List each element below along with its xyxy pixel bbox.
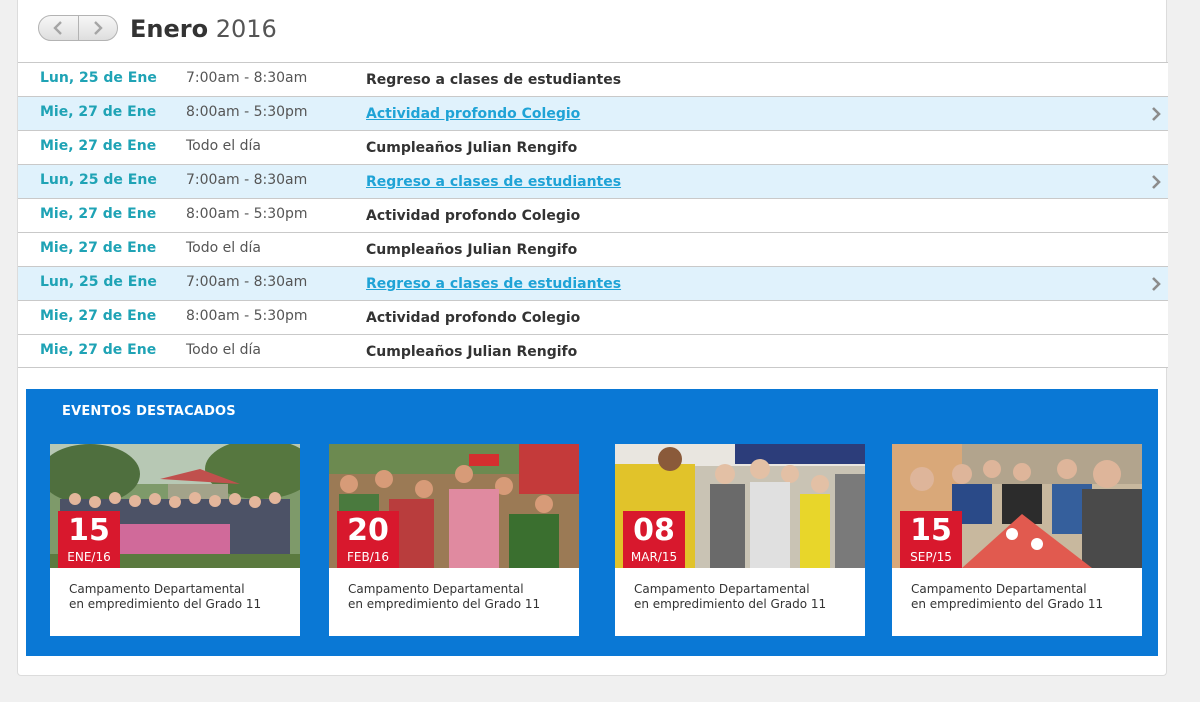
event-description: Campamento Departamental en empredimient… — [348, 582, 563, 612]
event-time: 7:00am - 8:30am — [186, 172, 308, 188]
event-time: 7:00am - 8:30am — [186, 274, 308, 290]
event-month: MAR/15 — [630, 550, 678, 564]
event-name: Actividad profondo Colegio — [366, 208, 581, 224]
event-date: Lun, 25 de Ene — [40, 70, 157, 86]
event-description-line: en empredimiento del Grado 11 — [911, 597, 1104, 611]
event-date: Mie, 27 de Ene — [40, 342, 157, 358]
event-description-line: Campamento Departamental — [69, 582, 245, 596]
event-row: Mie, 27 de Ene Todo el día Cumpleaños Juli… — [18, 334, 1168, 368]
chevron-left-icon — [53, 21, 63, 35]
event-date: Mie, 27 de Ene — [40, 240, 157, 256]
event-name: Regreso a clases de estudiantes — [366, 72, 622, 88]
chevron-right-icon[interactable] — [1150, 106, 1162, 122]
event-row: Mie, 27 de Ene Todo el día Cumpleaños Juli… — [18, 232, 1168, 266]
event-description-line: en empredimiento del Grado 11 — [348, 597, 541, 611]
event-name: Cumpleaños Julian Rengifo — [366, 344, 578, 360]
chevron-right-icon — [94, 21, 103, 35]
event-date: Lun, 25 de Ene — [40, 274, 157, 290]
calendar-panel: Enero 2016 Lun, 25 de Ene 7:00am - 8:30am… — [17, 0, 1168, 676]
event-time: Todo el día — [186, 138, 261, 154]
featured-events-section: EVENTOS DESTACADOS 15 ENE/16 Campamento … — [26, 389, 1158, 656]
event-time: 8:00am - 5:30pm — [186, 308, 308, 324]
event-link[interactable]: Regreso a clases de estudiantes — [366, 174, 621, 190]
event-month: SEP/15 — [910, 550, 952, 564]
event-description: Campamento Departamental en empredimient… — [634, 582, 849, 612]
event-description-line: en empredimiento del Grado 11 — [69, 597, 262, 611]
event-description-line: Campamento Departamental — [634, 582, 810, 596]
event-row[interactable]: Lun, 25 de Ene 7:00am - 8:30am Regreso a c… — [18, 164, 1168, 198]
event-time: Todo el día — [186, 342, 261, 358]
event-row[interactable]: Mie, 27 de Ene 8:00am - 5:30pm Actividad p… — [18, 96, 1168, 130]
calendar-header: Enero 2016 — [18, 0, 1168, 62]
chevron-right-icon[interactable] — [1150, 174, 1162, 190]
event-link[interactable]: Regreso a clases de estudiantes — [366, 276, 621, 292]
event-time: Todo el día — [186, 240, 261, 256]
featured-event-card[interactable]: 20 FEB/16 Campamento Departamental en em… — [329, 444, 579, 636]
event-name: Cumpleaños Julian Rengifo — [366, 242, 578, 258]
event-name: Actividad profondo Colegio — [366, 310, 581, 326]
event-date: Mie, 27 de Ene — [40, 138, 157, 154]
featured-event-card[interactable]: 15 SEP/15 Campamento Departamental en em… — [892, 444, 1142, 636]
event-date: Mie, 27 de Ene — [40, 308, 157, 324]
event-description-line: en empredimiento del Grado 11 — [634, 597, 827, 611]
events-list: Lun, 25 de Ene 7:00am - 8:30am Regreso a c… — [18, 62, 1168, 368]
featured-event-card[interactable]: 15 ENE/16 Campamento Departamental en em… — [50, 444, 300, 636]
event-description-line: Campamento Departamental — [911, 582, 1087, 596]
event-link[interactable]: Actividad profondo Colegio — [366, 106, 580, 122]
event-row: Mie, 27 de Ene 8:00am - 5:30pm Actividad p… — [18, 300, 1168, 334]
month-nav — [38, 15, 118, 41]
event-day: 15 — [68, 513, 110, 548]
event-day: 15 — [910, 513, 952, 548]
event-description: Campamento Departamental en empredimient… — [911, 582, 1126, 612]
event-description-line: Campamento Departamental — [348, 582, 524, 596]
event-date-badge: 15 SEP/15 — [900, 511, 962, 568]
next-month-button[interactable] — [77, 16, 117, 40]
event-month: FEB/16 — [346, 550, 390, 564]
event-date: Mie, 27 de Ene — [40, 104, 157, 120]
event-time: 8:00am - 5:30pm — [186, 206, 308, 222]
event-time: 8:00am - 5:30pm — [186, 104, 308, 120]
event-name: Cumpleaños Julian Rengifo — [366, 140, 578, 156]
calendar-month: Enero — [130, 15, 209, 43]
event-date-badge: 08 MAR/15 — [623, 511, 685, 568]
event-day: 20 — [347, 513, 389, 548]
event-day: 08 — [633, 513, 675, 548]
event-month: ENE/16 — [67, 550, 111, 564]
chevron-right-icon[interactable] — [1150, 276, 1162, 292]
event-date-badge: 20 FEB/16 — [337, 511, 399, 568]
event-row[interactable]: Lun, 25 de Ene 7:00am - 8:30am Regreso a c… — [18, 266, 1168, 300]
featured-events-title: EVENTOS DESTACADOS — [62, 404, 236, 419]
event-time: 7:00am - 8:30am — [186, 70, 308, 86]
featured-event-card[interactable]: 08 MAR/15 Campamento Departamental en em… — [615, 444, 865, 636]
calendar-year: 2016 — [215, 15, 277, 43]
event-description: Campamento Departamental en empredimient… — [69, 582, 284, 612]
event-date: Mie, 27 de Ene — [40, 206, 157, 222]
event-row: Mie, 27 de Ene 8:00am - 5:30pm Actividad p… — [18, 198, 1168, 232]
event-row: Mie, 27 de Ene Todo el día Cumpleaños Juli… — [18, 130, 1168, 164]
event-date-badge: 15 ENE/16 — [58, 511, 120, 568]
event-date: Lun, 25 de Ene — [40, 172, 157, 188]
event-row: Lun, 25 de Ene 7:00am - 8:30am Regreso a c… — [18, 62, 1168, 96]
prev-month-button[interactable] — [39, 16, 78, 40]
calendar-title: Enero 2016 — [130, 14, 277, 44]
